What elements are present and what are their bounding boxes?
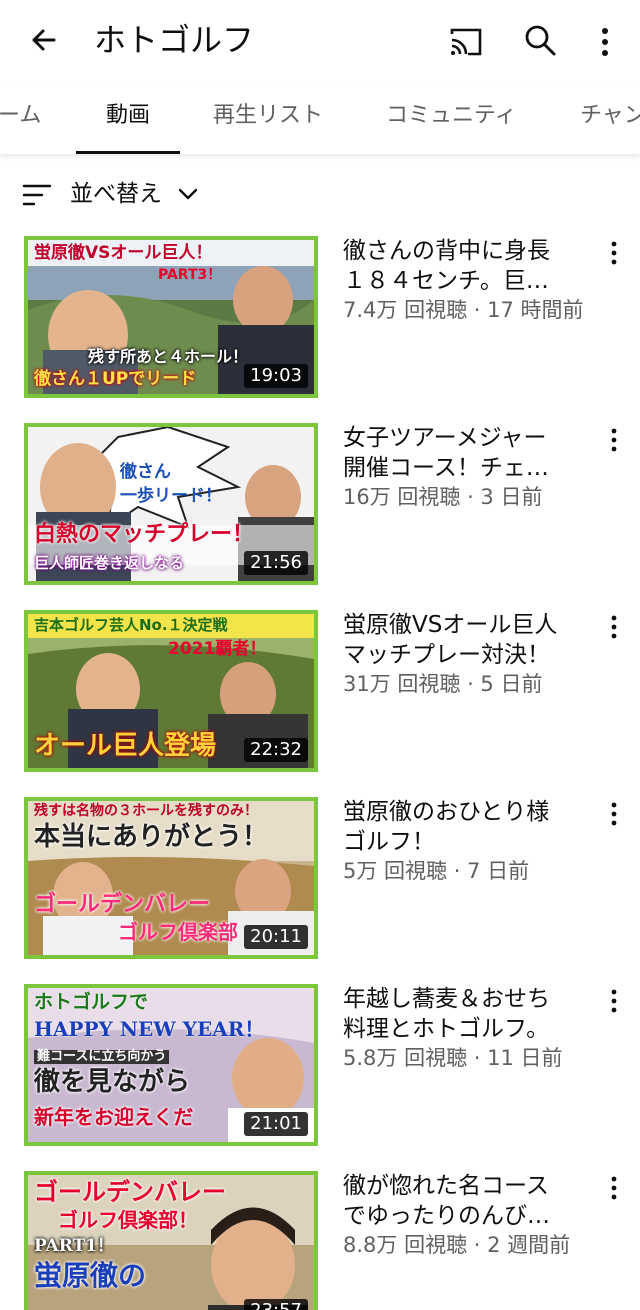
- tab-channels[interactable]: チャン: [580, 82, 640, 154]
- video-duration: 22:32: [244, 738, 308, 762]
- app-bar: ホトゴルフ: [0, 0, 640, 82]
- video-meta: 31万 回視聴 · 5 日前: [343, 672, 543, 696]
- thumbnail-caption: ゴルフ倶楽部！: [58, 1208, 198, 1232]
- sort-icon: [22, 184, 52, 206]
- tab-videos[interactable]: 動画: [76, 82, 181, 154]
- video-title[interactable]: 徹が惚れた名コース でゆったりのんび…: [343, 1171, 583, 1231]
- channel-tabs: ーム 動画 再生リスト コミュニティ チャン: [0, 82, 640, 154]
- tab-home[interactable]: ーム: [0, 82, 41, 154]
- video-list-item[interactable]: 残すは名物の３ホールを残すのみ！ 本当にありがとう！ ゴールデンバレー ゴルフ倶…: [0, 797, 640, 967]
- channel-title: ホトゴルフ: [94, 21, 255, 59]
- more-vert-icon[interactable]: [602, 425, 626, 455]
- video-duration: 21:56: [244, 551, 308, 575]
- thumbnail-caption: ゴルフ倶楽部: [118, 920, 238, 944]
- more-vert-icon[interactable]: [602, 612, 626, 642]
- back-arrow-icon[interactable]: [24, 20, 64, 60]
- thumbnail-caption: PART1！: [34, 1236, 115, 1256]
- thumbnail-caption: HAPPY NEW YEAR！: [34, 1017, 265, 1041]
- video-thumbnail[interactable]: 徹さん 一歩リード！ 白熱のマッチプレー！ 巨人師匠巻き返しなる 21:56: [24, 423, 318, 585]
- thumbnail-caption: 難コースに立ち向かう: [34, 1049, 170, 1065]
- video-duration: 19:03: [244, 364, 308, 388]
- more-vert-icon[interactable]: [590, 22, 620, 62]
- thumbnail-caption: PART3！: [158, 267, 222, 283]
- video-thumbnail[interactable]: 吉本ゴルフ芸人No.１決定戦 2021覇者！ オール巨人登場 22:32: [24, 610, 318, 772]
- sort-label: 並べ替え: [70, 181, 162, 207]
- thumbnail-caption: 吉本ゴルフ芸人No.１決定戦: [34, 616, 228, 634]
- more-vert-icon[interactable]: [602, 799, 626, 829]
- video-title[interactable]: 徹さんの背中に身長 １８４センチ。巨…: [343, 236, 583, 296]
- video-list-item[interactable]: 徹さん 一歩リード！ 白熱のマッチプレー！ 巨人師匠巻き返しなる 21:56 女…: [0, 423, 640, 593]
- video-title[interactable]: 蛍原徹VSオール巨人 マッチプレー対決！: [343, 610, 583, 670]
- video-thumbnail[interactable]: 蛍原徹VSオール巨人！ PART3！ 残す所あと４ホール！ 徹さん１UPでリード…: [24, 236, 318, 398]
- video-thumbnail[interactable]: ホトゴルフで HAPPY NEW YEAR！ 難コースに立ち向かう 徹を見ながら…: [24, 984, 318, 1146]
- thumbnail-caption: 徹さん１UPでリード: [34, 369, 197, 389]
- search-icon[interactable]: [520, 20, 560, 60]
- video-meta: 16万 回視聴 · 3 日前: [343, 485, 543, 509]
- thumbnail-caption: ゴールデンバレー: [34, 1178, 226, 1206]
- thumbnail-caption: 残す所あと４ホール！: [88, 347, 249, 366]
- thumbnail-caption: 蛍原徹VSオール巨人！: [34, 243, 213, 263]
- more-vert-icon[interactable]: [602, 238, 626, 268]
- thumbnail-caption: オール巨人登場: [34, 731, 217, 761]
- thumbnail-caption: 新年をお迎えくだ: [34, 1105, 194, 1129]
- video-meta: 5.8万 回視聴 · 11 日前: [343, 1046, 563, 1070]
- video-list-item[interactable]: ゴールデンバレー ゴルフ倶楽部！ PART1！ 蛍原徹の 23:57 徹が惚れた…: [0, 1171, 640, 1310]
- video-title[interactable]: 年越し蕎麦＆おせち 料理とホトゴルフ。: [343, 984, 583, 1044]
- thumbnail-caption: ゴールデンバレー: [34, 892, 211, 917]
- video-duration: 20:11: [244, 925, 308, 949]
- video-list-item[interactable]: 吉本ゴルフ芸人No.１決定戦 2021覇者！ オール巨人登場 22:32 蛍原徹…: [0, 610, 640, 780]
- video-meta: 8.8万 回視聴 · 2 週間前: [343, 1233, 571, 1257]
- video-duration: 21:01: [244, 1112, 308, 1136]
- more-vert-icon[interactable]: [602, 1173, 626, 1203]
- thumbnail-caption: 残すは名物の３ホールを残すのみ！: [34, 803, 258, 819]
- video-title[interactable]: 女子ツアーメジャー 開催コース！チェ…: [343, 423, 583, 483]
- video-duration: 23:57: [244, 1299, 308, 1310]
- cast-icon[interactable]: [446, 22, 486, 62]
- video-list-item[interactable]: 蛍原徹VSオール巨人！ PART3！ 残す所あと４ホール！ 徹さん１UPでリード…: [0, 236, 640, 406]
- thumbnail-caption: ホトゴルフで: [34, 991, 149, 1013]
- video-title[interactable]: 蛍原徹のおひとり様 ゴルフ！: [343, 797, 583, 857]
- video-thumbnail[interactable]: ゴールデンバレー ゴルフ倶楽部！ PART1！ 蛍原徹の 23:57: [24, 1171, 318, 1310]
- active-tab-indicator: [76, 151, 181, 154]
- thumbnail-caption: 徹さん: [120, 462, 171, 482]
- tab-community[interactable]: コミュニティ: [386, 82, 517, 154]
- more-vert-icon[interactable]: [602, 986, 626, 1016]
- thumbnail-caption: 蛍原徹の: [34, 1259, 147, 1292]
- video-meta: 5万 回視聴 · 7 日前: [343, 859, 530, 883]
- thumbnail-caption: 2021覇者！: [168, 639, 267, 659]
- thumbnail-caption: 徹を見ながら: [34, 1067, 191, 1097]
- chevron-down-icon: [178, 188, 198, 200]
- thumbnail-caption: 一歩リード！: [120, 486, 222, 506]
- video-thumbnail[interactable]: 残すは名物の３ホールを残すのみ！ 本当にありがとう！ ゴールデンバレー ゴルフ倶…: [24, 797, 318, 959]
- tab-playlists[interactable]: 再生リスト: [213, 82, 323, 154]
- thumbnail-caption: 巨人師匠巻き返しなる: [34, 554, 185, 572]
- video-meta: 7.4万 回視聴 · 17 時間前: [343, 298, 584, 322]
- sort-button[interactable]: 並べ替え: [0, 170, 640, 220]
- video-list-item[interactable]: ホトゴルフで HAPPY NEW YEAR！ 難コースに立ち向かう 徹を見ながら…: [0, 984, 640, 1154]
- thumbnail-caption: 本当にありがとう！: [34, 822, 269, 852]
- thumbnail-caption: 白熱のマッチプレー！: [34, 522, 255, 547]
